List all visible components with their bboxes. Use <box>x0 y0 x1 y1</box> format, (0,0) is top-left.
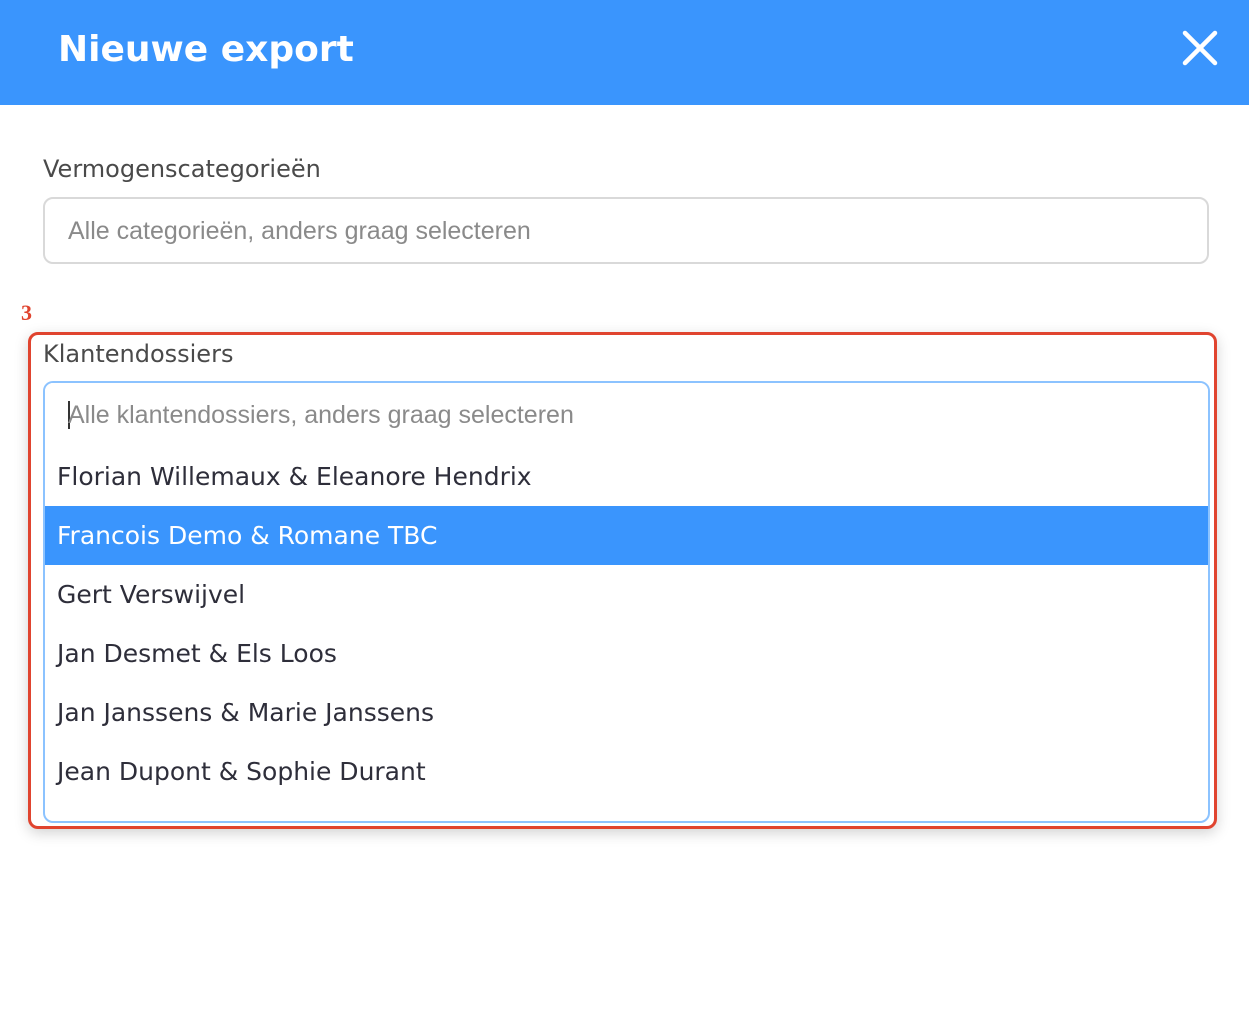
clients-placeholder: Alle klantendossiers, anders graag selec… <box>68 401 574 429</box>
client-option[interactable]: Florian Willemaux & Eleanore Hendrix <box>45 447 1208 506</box>
client-option-highlighted[interactable]: Francois Demo & Romane TBC <box>45 506 1208 565</box>
dialog-header: Nieuwe export <box>0 0 1249 105</box>
clients-select-dropdown[interactable]: Alle klantendossiers, anders graag selec… <box>43 381 1210 823</box>
dialog-title: Nieuwe export <box>58 29 354 70</box>
close-icon <box>1182 30 1218 66</box>
clients-label: Klantendossiers <box>43 340 234 368</box>
categories-label: Vermogenscategorieën <box>43 155 321 183</box>
categories-placeholder: Alle categorieën, anders graag selectere… <box>68 217 531 245</box>
clients-options-list: Florian Willemaux & Eleanore Hendrix Fra… <box>45 447 1208 801</box>
client-option[interactable]: Jan Desmet & Els Loos <box>45 624 1208 683</box>
annotation-number: 3 <box>21 300 32 325</box>
clients-search-input[interactable]: Alle klantendossiers, anders graag selec… <box>45 383 1208 447</box>
client-option[interactable]: Gert Verswijvel <box>45 565 1208 624</box>
client-option[interactable]: Jan Janssens & Marie Janssens <box>45 683 1208 742</box>
categories-select[interactable]: Alle categorieën, anders graag selectere… <box>43 197 1209 264</box>
close-button[interactable] <box>1178 26 1222 70</box>
client-option[interactable]: Jean Dupont & Sophie Durant <box>45 742 1208 801</box>
